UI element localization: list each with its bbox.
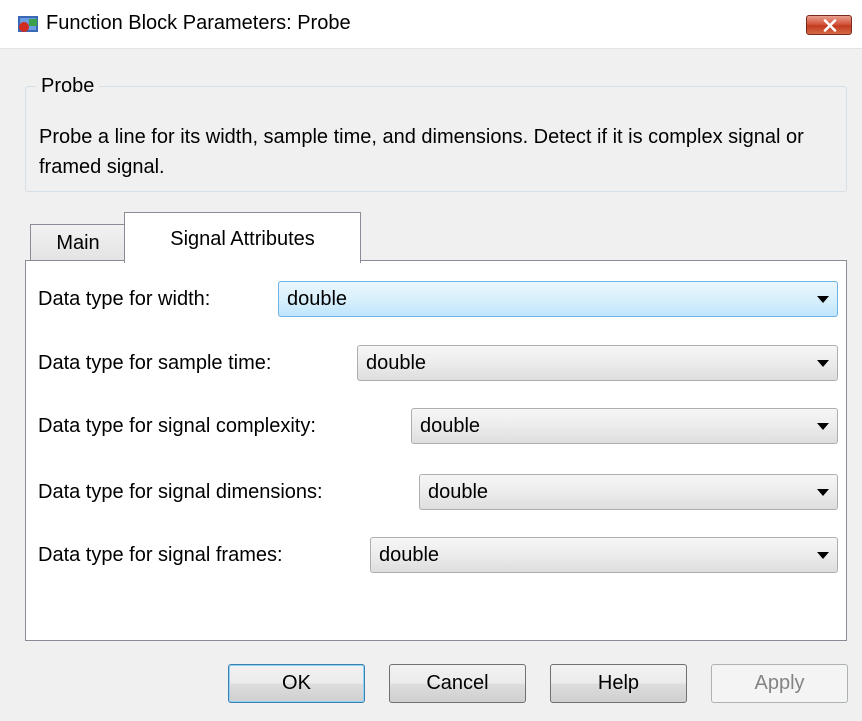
- tab-signal-attributes[interactable]: Signal Attributes: [124, 212, 361, 263]
- simulink-block-icon: [17, 13, 39, 35]
- title-bar: Function Block Parameters: Probe: [0, 0, 862, 49]
- cancel-button[interactable]: Cancel: [389, 664, 526, 703]
- ok-button[interactable]: OK: [228, 664, 365, 703]
- complexity-type-label: Data type for signal complexity:: [38, 415, 316, 437]
- close-icon: [823, 19, 837, 32]
- dimensions-type-value: double: [428, 481, 489, 503]
- width-type-value: double: [287, 288, 348, 310]
- tab-panel: Data type for width: double Data type fo…: [25, 260, 847, 641]
- tab-main[interactable]: Main: [30, 224, 126, 261]
- chevron-down-icon: [817, 296, 829, 303]
- apply-button[interactable]: Apply: [711, 664, 848, 703]
- dialog-window: Function Block Parameters: Probe Probe P…: [0, 0, 862, 721]
- help-button[interactable]: Help: [550, 664, 687, 703]
- frames-type-value: double: [379, 544, 440, 566]
- frames-type-select[interactable]: double: [370, 537, 838, 573]
- chevron-down-icon: [817, 423, 829, 430]
- sample-time-type-value: double: [366, 352, 427, 374]
- group-description: Probe a line for its width, sample time,…: [39, 126, 804, 178]
- sample-time-type-label: Data type for sample time:: [38, 352, 272, 374]
- width-type-select[interactable]: double: [278, 281, 838, 317]
- chevron-down-icon: [817, 360, 829, 367]
- width-type-label: Data type for width:: [38, 288, 211, 310]
- sample-time-type-select[interactable]: double: [357, 345, 838, 381]
- window-title: Function Block Parameters: Probe: [46, 12, 351, 34]
- complexity-type-select[interactable]: double: [411, 408, 838, 444]
- frames-type-label: Data type for signal frames:: [38, 544, 283, 566]
- close-button[interactable]: [806, 15, 852, 35]
- dimensions-type-select[interactable]: double: [419, 474, 838, 510]
- group-title: Probe: [36, 74, 100, 98]
- complexity-type-value: double: [420, 415, 481, 437]
- chevron-down-icon: [817, 489, 829, 496]
- dimensions-type-label: Data type for signal dimensions:: [38, 481, 323, 503]
- chevron-down-icon: [817, 552, 829, 559]
